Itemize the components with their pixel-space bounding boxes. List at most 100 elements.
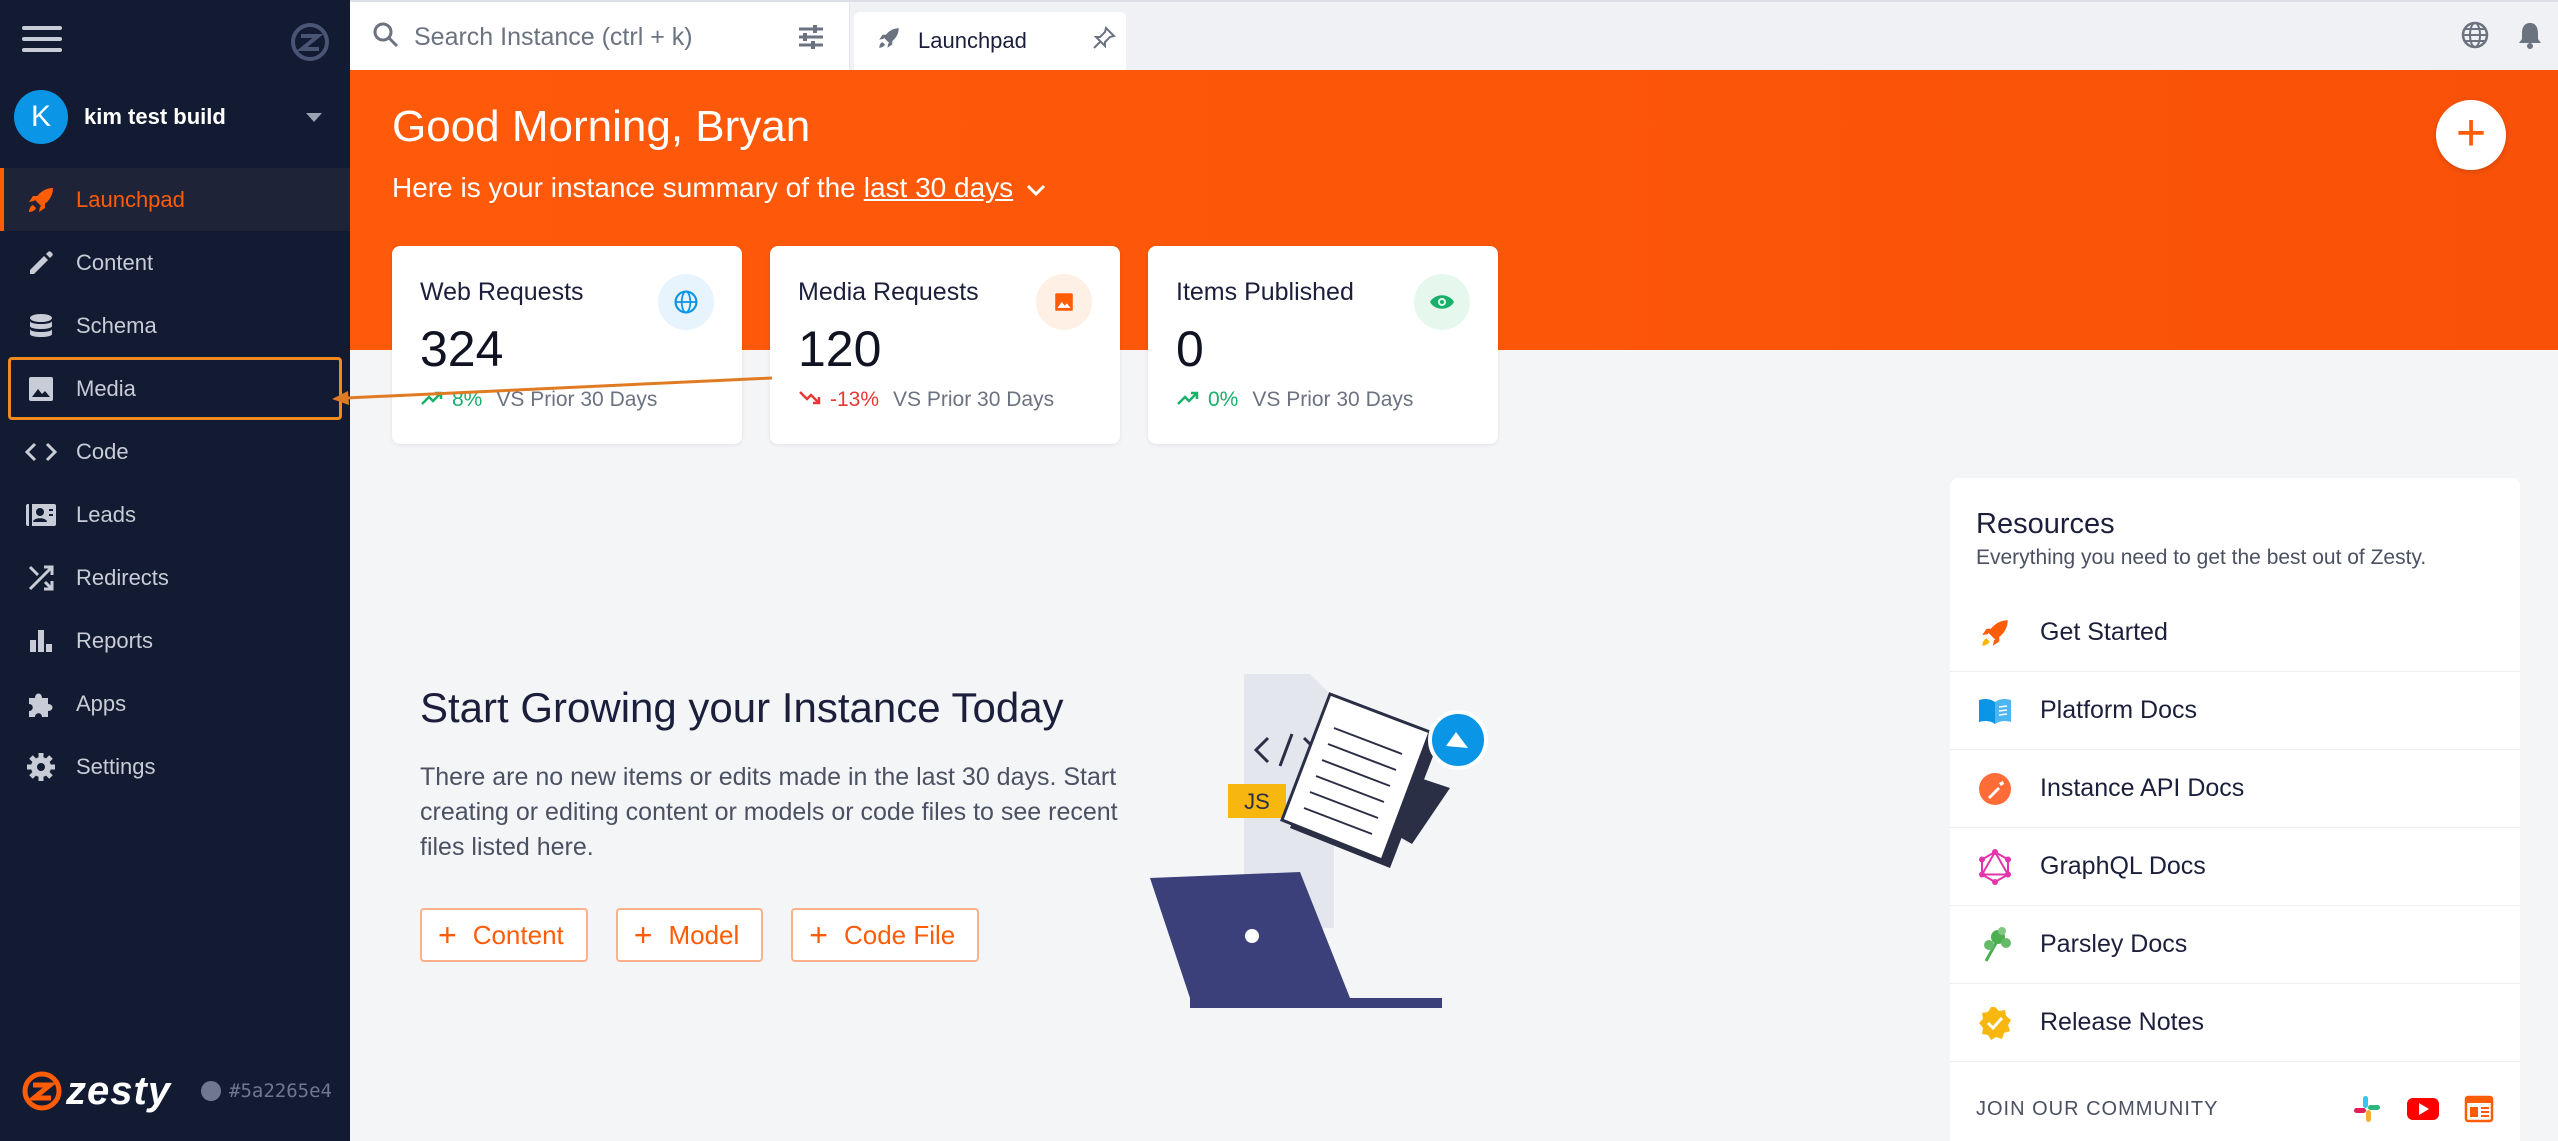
bar-chart-icon [22, 622, 60, 660]
resources-title: Resources [1976, 508, 2115, 540]
metric-title: Media Requests [798, 278, 979, 306]
plus-icon: + [809, 916, 828, 953]
build-version[interactable]: #5a2265e4 [201, 1080, 332, 1102]
nav-label: Schema [76, 312, 157, 338]
nav-label: Content [76, 249, 154, 275]
nav-label: Settings [76, 753, 156, 779]
tab-launchpad[interactable]: Launchpad [854, 12, 1126, 70]
resource-platform-docs[interactable]: Platform Docs [1950, 672, 2520, 750]
shuffle-icon [22, 559, 60, 597]
nav-item-redirects[interactable]: Redirects [0, 546, 350, 609]
resource-get-started[interactable]: Get Started [1950, 594, 2520, 672]
resource-label: GraphQL Docs [2040, 852, 2206, 880]
gear-icon [22, 748, 60, 786]
metric-title: Web Requests [420, 278, 584, 306]
nav-label: Leads [76, 501, 136, 527]
nav-label: Media [76, 375, 136, 401]
nav-item-schema[interactable]: Schema [0, 294, 350, 357]
zesty-logo[interactable]: zesty [22, 1069, 171, 1114]
instance-avatar: K [14, 90, 68, 144]
nav-label: Reports [76, 627, 154, 653]
contact-card-icon [22, 496, 60, 534]
plus-icon: + [438, 916, 457, 953]
verified-badge-icon [1976, 1004, 2014, 1042]
resources-subtitle: Everything you need to get the best out … [1976, 546, 2427, 569]
slack-icon[interactable] [2350, 1092, 2384, 1126]
globe-icon[interactable] [2460, 20, 2490, 55]
parsley-icon [1976, 926, 2014, 964]
nav-item-settings[interactable]: Settings [0, 735, 350, 798]
trend-up-icon [1176, 388, 1200, 412]
js-tag: JS [1244, 789, 1270, 814]
add-model-button[interactable]: + Model [615, 908, 764, 962]
api-icon [1976, 770, 2014, 808]
book-icon [1976, 692, 2014, 730]
metric-value: 120 [798, 321, 882, 377]
search-icon [372, 21, 400, 54]
sidebar-footer: zesty #5a2265e4 [22, 1067, 332, 1115]
nav-item-reports[interactable]: Reports [0, 609, 350, 672]
create-new-button[interactable]: + [2436, 100, 2506, 170]
nav-item-leads[interactable]: Leads [0, 483, 350, 546]
resource-label: Instance API Docs [2040, 774, 2245, 802]
code-icon [22, 433, 60, 471]
blog-icon[interactable] [2462, 1092, 2496, 1126]
empty-state-actions: + Content + Model + Code File [420, 908, 980, 962]
resource-label: Parsley Docs [2040, 930, 2188, 958]
puzzle-icon [22, 685, 60, 723]
metric-compare: VS Prior 30 Days [1252, 388, 1414, 411]
chevron-down-icon[interactable] [1025, 172, 1047, 204]
add-content-button[interactable]: + Content [420, 908, 588, 962]
zesty-wordmark: zesty [66, 1068, 172, 1113]
bell-icon[interactable] [2516, 20, 2544, 55]
resource-label: Get Started [2040, 618, 2168, 646]
metric-value: 0 [1176, 321, 1204, 377]
metric-trend: -13% VS Prior 30 Days [798, 388, 1054, 412]
nav-item-content[interactable]: Content [0, 231, 350, 294]
nav-label: Redirects [76, 564, 169, 590]
rocket-icon [22, 181, 60, 219]
instance-switcher[interactable]: K kim test build [14, 88, 336, 146]
social-links [2350, 1092, 2496, 1126]
nav-item-apps[interactable]: Apps [0, 672, 350, 735]
resource-label: Platform Docs [2040, 696, 2197, 724]
metric-card-web-requests: Web Requests 324 8% VS Prior 30 Days [392, 246, 742, 444]
tab-label: Launchpad [918, 28, 1027, 53]
filter-settings-icon[interactable] [797, 24, 825, 55]
hamburger-menu-icon[interactable] [22, 26, 62, 56]
metric-change: 8% [452, 388, 483, 411]
resource-instance-api-docs[interactable]: Instance API Docs [1950, 750, 2520, 828]
database-icon [22, 307, 60, 345]
metric-trend: 8% VS Prior 30 Days [420, 388, 657, 412]
top-bar: Launchpad [350, 0, 2558, 72]
metric-value: 324 [420, 321, 504, 377]
globe-icon [658, 274, 714, 330]
nav-item-media[interactable]: Media [8, 357, 342, 420]
image-icon [1036, 274, 1092, 330]
caret-down-icon [306, 112, 322, 122]
build-hash: #5a2265e4 [229, 1080, 332, 1102]
summary-prefix: Here is your instance summary of the [392, 172, 856, 203]
metric-trend: 0% VS Prior 30 Days [1176, 388, 1413, 412]
community-row: JOIN OUR COMMUNITY [1976, 1092, 2496, 1126]
resource-parsley-docs[interactable]: Parsley Docs [1950, 906, 2520, 984]
resource-release-notes[interactable]: Release Notes [1950, 984, 2520, 1062]
pin-icon[interactable] [1092, 26, 1116, 56]
zesty-mark-icon[interactable] [290, 22, 330, 62]
nav-item-launchpad[interactable]: Launchpad [0, 168, 350, 231]
main-nav: Launchpad Content Schema Media Code Lead… [0, 168, 350, 798]
resource-graphql-docs[interactable]: GraphQL Docs [1950, 828, 2520, 906]
nav-label: Apps [76, 690, 127, 716]
greeting-title: Good Morning, Bryan [392, 102, 811, 151]
metric-card-items-published: Items Published 0 0% VS Prior 30 Days [1148, 246, 1498, 444]
button-label: Content [472, 919, 564, 950]
youtube-icon[interactable] [2406, 1092, 2440, 1126]
date-range-selector[interactable]: last 30 days [864, 172, 1013, 204]
resource-label: Release Notes [2040, 1008, 2204, 1036]
graphql-icon [1976, 848, 2014, 886]
metric-change: -13% [830, 388, 880, 411]
button-label: Code File [843, 919, 956, 950]
add-code-file-button[interactable]: + Code File [791, 908, 980, 962]
nav-item-code[interactable]: Code [0, 420, 350, 483]
search-input[interactable] [414, 22, 774, 52]
